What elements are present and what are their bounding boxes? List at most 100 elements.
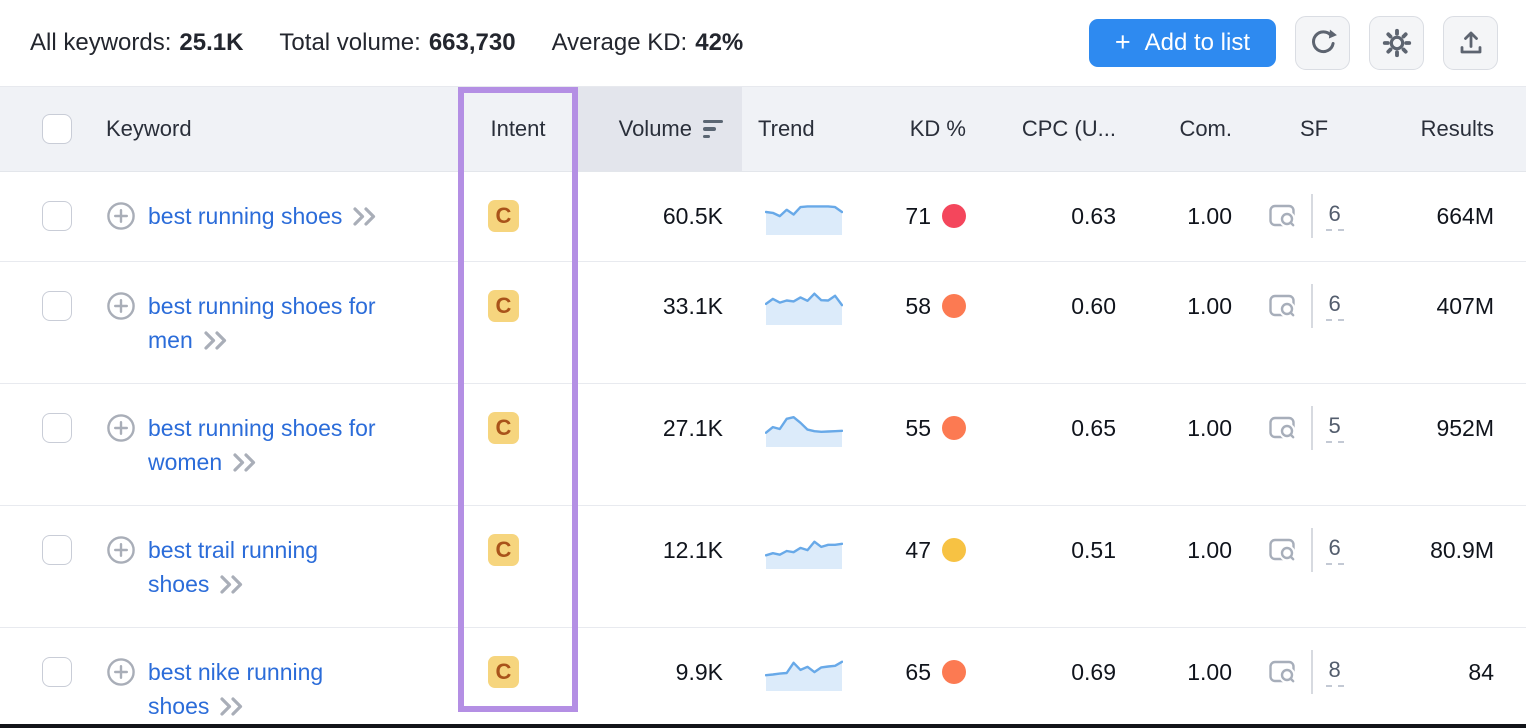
intent-badge-commercial[interactable]: C bbox=[488, 656, 519, 688]
intent-badge-commercial[interactable]: C bbox=[488, 200, 519, 232]
double-chevron-icon[interactable] bbox=[202, 330, 230, 351]
results-value: 84 bbox=[1468, 655, 1494, 689]
table-row[interactable]: best running shoes C 60.5K 71 0.63 1.00 … bbox=[0, 171, 1526, 261]
trend-sparkline bbox=[765, 196, 843, 236]
row-checkbox[interactable] bbox=[42, 657, 72, 687]
settings-gear-icon bbox=[1382, 28, 1412, 58]
trend-sparkline bbox=[765, 530, 843, 570]
competition-value: 1.00 bbox=[1187, 411, 1232, 445]
results-value: 80.9M bbox=[1430, 533, 1494, 567]
all-keywords-label: All keywords: bbox=[30, 29, 171, 56]
competition-value: 1.00 bbox=[1187, 289, 1232, 323]
volume-header-label: Volume bbox=[619, 116, 692, 142]
summary-stats: All keywords:25.1K Total volume:663,730 … bbox=[30, 29, 743, 57]
total-volume-stat: Total volume:663,730 bbox=[279, 29, 515, 57]
export-button[interactable] bbox=[1443, 16, 1498, 70]
all-keywords-value: 25.1K bbox=[179, 29, 243, 56]
keyword-link[interactable]: best running shoes for men bbox=[148, 293, 376, 353]
expand-plus-icon[interactable] bbox=[106, 535, 136, 565]
table-row[interactable]: best running shoes for women C 27.1K 55 … bbox=[0, 383, 1526, 505]
column-header-trend[interactable]: Trend bbox=[742, 87, 864, 171]
column-header-cpc[interactable]: CPC (U... bbox=[984, 87, 1134, 171]
expand-plus-icon[interactable] bbox=[106, 657, 136, 687]
divider bbox=[1311, 284, 1313, 328]
serp-features-count[interactable]: 6 bbox=[1326, 292, 1344, 321]
sort-descending-icon bbox=[703, 120, 723, 138]
kd-difficulty-dot bbox=[942, 416, 966, 440]
refresh-button[interactable] bbox=[1295, 16, 1350, 70]
table-row[interactable]: best nike running shoes C 9.9K 65 0.69 1… bbox=[0, 627, 1526, 728]
kd-difficulty-dot bbox=[942, 660, 966, 684]
kd-value: 47 bbox=[905, 537, 931, 564]
kd-value: 58 bbox=[905, 293, 931, 320]
intent-badge-commercial[interactable]: C bbox=[488, 290, 519, 322]
column-header-volume[interactable]: Volume bbox=[578, 87, 742, 171]
keyword-link[interactable]: best running shoes for women bbox=[148, 415, 376, 475]
serp-preview-icon[interactable] bbox=[1268, 535, 1298, 565]
double-chevron-icon[interactable] bbox=[231, 452, 259, 473]
double-chevron-icon[interactable] bbox=[218, 696, 246, 717]
intent-badge-commercial[interactable]: C bbox=[488, 412, 519, 444]
kd-value: 55 bbox=[905, 415, 931, 442]
volume-value: 33.1K bbox=[663, 289, 723, 323]
keyword-link[interactable]: best running shoes bbox=[148, 203, 342, 229]
toolbar: All keywords:25.1K Total volume:663,730 … bbox=[0, 0, 1526, 87]
cpc-value: 0.60 bbox=[1071, 289, 1116, 323]
average-kd-stat: Average KD: 42% bbox=[552, 29, 744, 57]
all-keywords-stat: All keywords: 25.1K bbox=[30, 29, 243, 57]
divider bbox=[1311, 406, 1313, 450]
double-chevron-icon[interactable] bbox=[351, 206, 379, 227]
row-checkbox[interactable] bbox=[42, 535, 72, 565]
trend-sparkline bbox=[765, 652, 843, 692]
serp-preview-icon[interactable] bbox=[1268, 413, 1298, 443]
select-all-checkbox[interactable] bbox=[42, 114, 72, 144]
expand-plus-icon[interactable] bbox=[106, 201, 136, 231]
serp-features-count[interactable]: 6 bbox=[1326, 202, 1344, 231]
volume-value: 27.1K bbox=[663, 411, 723, 445]
double-chevron-icon[interactable] bbox=[218, 574, 246, 595]
results-value: 952M bbox=[1436, 411, 1494, 445]
row-checkbox[interactable] bbox=[42, 291, 72, 321]
divider bbox=[1311, 194, 1313, 238]
results-value: 664M bbox=[1436, 199, 1494, 233]
average-kd-label: Average KD: bbox=[552, 29, 688, 56]
column-header-com[interactable]: Com. bbox=[1134, 87, 1252, 171]
serp-features-count[interactable]: 5 bbox=[1326, 414, 1344, 443]
cpc-value: 0.65 bbox=[1071, 411, 1116, 445]
kd-difficulty-dot bbox=[942, 294, 966, 318]
serp-preview-icon[interactable] bbox=[1268, 201, 1298, 231]
serp-preview-icon[interactable] bbox=[1268, 291, 1298, 321]
total-volume-label: Total volume: bbox=[279, 29, 420, 56]
export-icon bbox=[1457, 29, 1485, 57]
add-to-list-label: Add to list bbox=[1145, 29, 1250, 57]
serp-preview-icon[interactable] bbox=[1268, 657, 1298, 687]
table-row[interactable]: best running shoes for men C 33.1K 58 0.… bbox=[0, 261, 1526, 383]
trend-sparkline bbox=[765, 286, 843, 326]
average-kd-value: 42% bbox=[695, 29, 743, 56]
settings-button[interactable] bbox=[1369, 16, 1424, 70]
column-header-sf[interactable]: SF bbox=[1252, 87, 1372, 171]
column-header-results[interactable]: Results bbox=[1372, 87, 1526, 171]
volume-value: 12.1K bbox=[663, 533, 723, 567]
expand-plus-icon[interactable] bbox=[106, 291, 136, 321]
column-header-intent[interactable]: Intent bbox=[458, 87, 578, 171]
row-checkbox[interactable] bbox=[42, 413, 72, 443]
serp-features-count[interactable]: 6 bbox=[1326, 536, 1344, 565]
expand-plus-icon[interactable] bbox=[106, 413, 136, 443]
serp-features-count[interactable]: 8 bbox=[1326, 658, 1344, 687]
refresh-icon bbox=[1308, 28, 1338, 58]
cpc-value: 0.51 bbox=[1071, 533, 1116, 567]
kd-value: 71 bbox=[905, 203, 931, 230]
trend-sparkline bbox=[765, 408, 843, 448]
column-header-kd[interactable]: KD % bbox=[864, 87, 984, 171]
table-row[interactable]: best trail running shoes C 12.1K 47 0.51… bbox=[0, 505, 1526, 627]
row-checkbox[interactable] bbox=[42, 201, 72, 231]
competition-value: 1.00 bbox=[1187, 199, 1232, 233]
kd-value: 65 bbox=[905, 659, 931, 686]
screenshot-bottom-edge bbox=[0, 724, 1526, 728]
add-to-list-button[interactable]: + Add to list bbox=[1089, 19, 1276, 67]
volume-value: 60.5K bbox=[663, 199, 723, 233]
column-header-keyword[interactable]: Keyword bbox=[104, 87, 458, 171]
intent-badge-commercial[interactable]: C bbox=[488, 534, 519, 566]
divider bbox=[1311, 650, 1313, 694]
